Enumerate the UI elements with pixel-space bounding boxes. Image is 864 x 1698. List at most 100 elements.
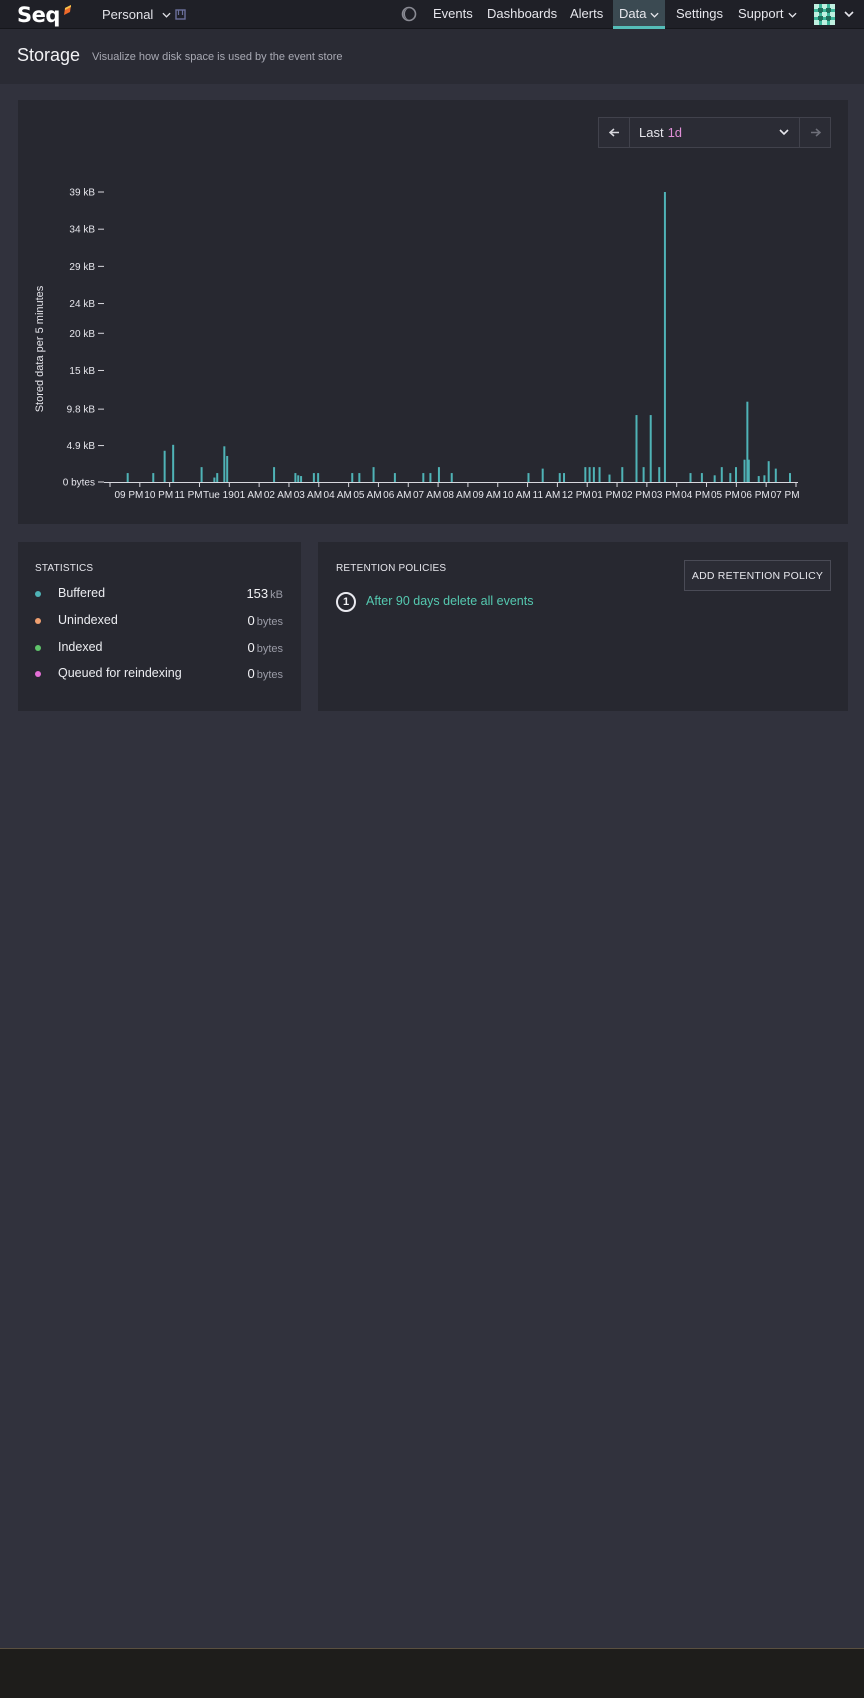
data-bar (172, 444, 175, 482)
x-tick-label: 11 PM (174, 490, 202, 501)
data-bar (558, 473, 561, 482)
workspace-selector[interactable]: Personal (102, 7, 171, 22)
data-bar (598, 467, 601, 482)
page-subtitle: Visualize how disk space is used by the … (92, 51, 343, 63)
x-tick-label: 01 AM (234, 490, 262, 501)
stat-dot (35, 618, 41, 624)
x-tick-label: 05 PM (711, 490, 740, 501)
data-bar (747, 459, 750, 482)
stat-label: Buffered (58, 586, 106, 600)
stat-row-unindexed: Unindexed 0 bytes (35, 613, 283, 631)
x-tick-label: 08 AM (443, 490, 471, 501)
y-tick-label: 4.9 kB (67, 441, 96, 452)
data-bar (213, 477, 216, 482)
data-bar (372, 467, 375, 482)
user-avatar[interactable] (814, 4, 835, 25)
nav-alerts[interactable]: Alerts (570, 0, 603, 29)
x-tick-label: 04 PM (681, 490, 710, 501)
stat-row-buffered: Buffered 153 kB (35, 586, 283, 604)
database-icon[interactable] (175, 9, 186, 20)
nav-support-label: Support (738, 6, 784, 21)
data-bar (635, 415, 638, 482)
data-bar (422, 473, 425, 482)
data-bar (713, 475, 716, 482)
stat-row-indexed: Indexed 0 bytes (35, 640, 283, 658)
moon-icon[interactable] (401, 6, 417, 22)
stat-dot (35, 671, 41, 677)
data-bar (642, 467, 645, 482)
y-tick-label: 24 kB (69, 299, 95, 310)
data-bar (300, 476, 303, 482)
data-bar (763, 475, 766, 482)
y-tick-label: 9.8 kB (67, 405, 96, 416)
data-bar (358, 473, 361, 482)
chevron-down-icon (787, 12, 797, 18)
next-range-button[interactable] (799, 118, 830, 147)
y-axis-label: Stored data per 5 minutes (34, 285, 46, 412)
seq-logo[interactable]: Seq (17, 3, 60, 27)
range-prefix: Last (639, 125, 664, 140)
nav-support[interactable]: Support (738, 0, 797, 29)
stat-dot (35, 645, 41, 651)
x-tick-label: 07 AM (413, 490, 441, 501)
stat-value: 0 bytes (247, 640, 283, 655)
statistics-title: STATISTICS (35, 563, 94, 574)
stat-value: 153 kB (246, 586, 283, 601)
nav-settings[interactable]: Settings (676, 0, 723, 29)
top-nav-bar: Seq Personal Events Dashboards Alerts Da… (0, 0, 864, 29)
data-bar (743, 459, 746, 482)
arrow-left-icon (608, 128, 619, 137)
x-tick-label: 12 PM (562, 490, 591, 501)
x-tick-label: 09 AM (473, 490, 501, 501)
data-bar (729, 473, 732, 482)
chevron-down-icon (650, 12, 660, 18)
x-tick-label: Tue 19 (203, 490, 234, 501)
nav-dashboards[interactable]: Dashboards (487, 0, 557, 29)
chevron-down-icon (779, 129, 789, 136)
data-bar (563, 473, 566, 482)
time-range-select[interactable]: Last 1d (630, 118, 799, 147)
data-bar (152, 473, 155, 482)
range-value: 1d (667, 125, 683, 140)
data-bar (223, 446, 226, 482)
data-bar (649, 415, 652, 482)
data-bar (663, 192, 666, 482)
stat-label: Indexed (58, 640, 103, 654)
data-bar (163, 450, 166, 482)
data-bar (437, 467, 440, 482)
logo-flag-icon (64, 5, 71, 15)
chevron-down-icon[interactable] (844, 11, 854, 18)
previous-range-button[interactable] (599, 118, 630, 147)
data-bar (393, 473, 396, 482)
x-tick-label: 05 AM (353, 490, 381, 501)
data-bar (541, 468, 544, 482)
y-tick-label: 29 kB (69, 262, 95, 273)
y-tick-label: 20 kB (69, 329, 95, 340)
retention-title: RETENTION POLICIES (336, 563, 447, 574)
data-bar (588, 467, 591, 482)
data-bar (317, 473, 320, 482)
data-bar (312, 473, 315, 482)
data-bar (592, 467, 595, 482)
data-bar (527, 473, 530, 482)
page-title: Storage (17, 45, 81, 65)
nav-data-label: Data (619, 6, 647, 21)
x-tick-label: 07 PM (771, 490, 800, 501)
data-bar (584, 467, 587, 482)
x-tick-label: 06 PM (741, 490, 770, 501)
data-bar (450, 473, 453, 482)
add-retention-policy-button[interactable]: ADD RETENTION POLICY (684, 560, 831, 591)
nav-data[interactable]: Data (613, 0, 666, 29)
data-bar (273, 467, 276, 482)
x-tick-label: 10 AM (502, 490, 530, 501)
data-bar (757, 476, 760, 482)
x-tick-label: 03 AM (294, 490, 322, 501)
x-tick-label: 06 AM (383, 490, 411, 501)
y-tick-label: 0 bytes (63, 478, 95, 489)
stat-label: Queued for reindexing (58, 666, 182, 680)
data-bar (126, 473, 129, 482)
data-bar (429, 473, 432, 482)
x-tick-label: 03 PM (651, 490, 680, 501)
retention-policy-link[interactable]: After 90 days delete all events (366, 594, 533, 608)
nav-events[interactable]: Events (433, 0, 473, 29)
